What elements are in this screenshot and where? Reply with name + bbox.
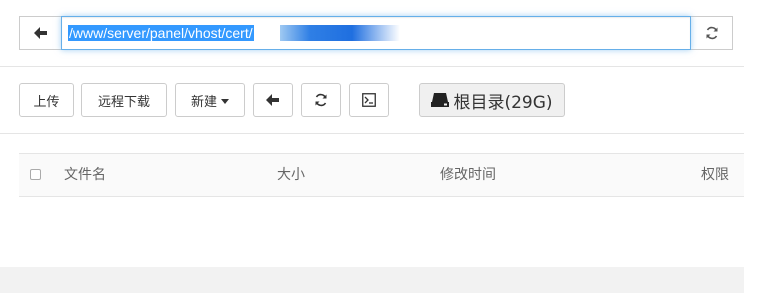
arrow-left-icon: [266, 94, 280, 106]
arrow-left-icon: [33, 27, 48, 39]
column-header-permissions[interactable]: 权限: [701, 154, 729, 196]
new-button-label: 新建: [190, 94, 217, 110]
divider: [0, 66, 744, 67]
hdd-icon: [431, 93, 450, 107]
file-manager-page: /www/server/panel/vhost/cert/ 上传 远程下载 新建: [0, 0, 761, 293]
refresh-icon: [705, 26, 719, 40]
remote-download-button[interactable]: 远程下载: [81, 83, 167, 117]
root-directory-button[interactable]: 根目录(29G): [419, 83, 565, 117]
upload-button-label: 上传: [33, 94, 60, 110]
caret-down-icon: [221, 98, 229, 104]
new-dropdown-button[interactable]: 新建: [175, 83, 245, 117]
path-refresh-button[interactable]: [691, 16, 733, 50]
divider: [0, 133, 744, 134]
root-directory-label: 根目录(29G): [453, 92, 553, 113]
path-back-button[interactable]: [19, 16, 61, 50]
column-header-filename[interactable]: 文件名: [64, 154, 106, 196]
path-input-text: /www/server/panel/vhost/cert/: [68, 25, 254, 41]
path-bar: /www/server/panel/vhost/cert/: [19, 16, 733, 50]
redaction-mask: [280, 25, 400, 41]
refresh-icon: [314, 93, 328, 107]
column-header-modified-time[interactable]: 修改时间: [440, 154, 496, 196]
toolbar: 上传 远程下载 新建 根目录(29G): [19, 83, 573, 117]
table-footer: [0, 267, 744, 293]
terminal-button[interactable]: [349, 83, 389, 117]
remote-download-button-label: 远程下载: [97, 94, 150, 110]
terminal-icon: [362, 93, 376, 107]
path-input[interactable]: /www/server/panel/vhost/cert/: [61, 16, 691, 50]
refresh-button[interactable]: [301, 83, 341, 117]
back-button[interactable]: [253, 83, 293, 117]
select-all-checkbox[interactable]: [30, 169, 41, 180]
column-header-size[interactable]: 大小: [277, 154, 305, 196]
file-table-header: 文件名 大小 修改时间 权限: [19, 153, 744, 197]
upload-button[interactable]: 上传: [19, 83, 74, 117]
